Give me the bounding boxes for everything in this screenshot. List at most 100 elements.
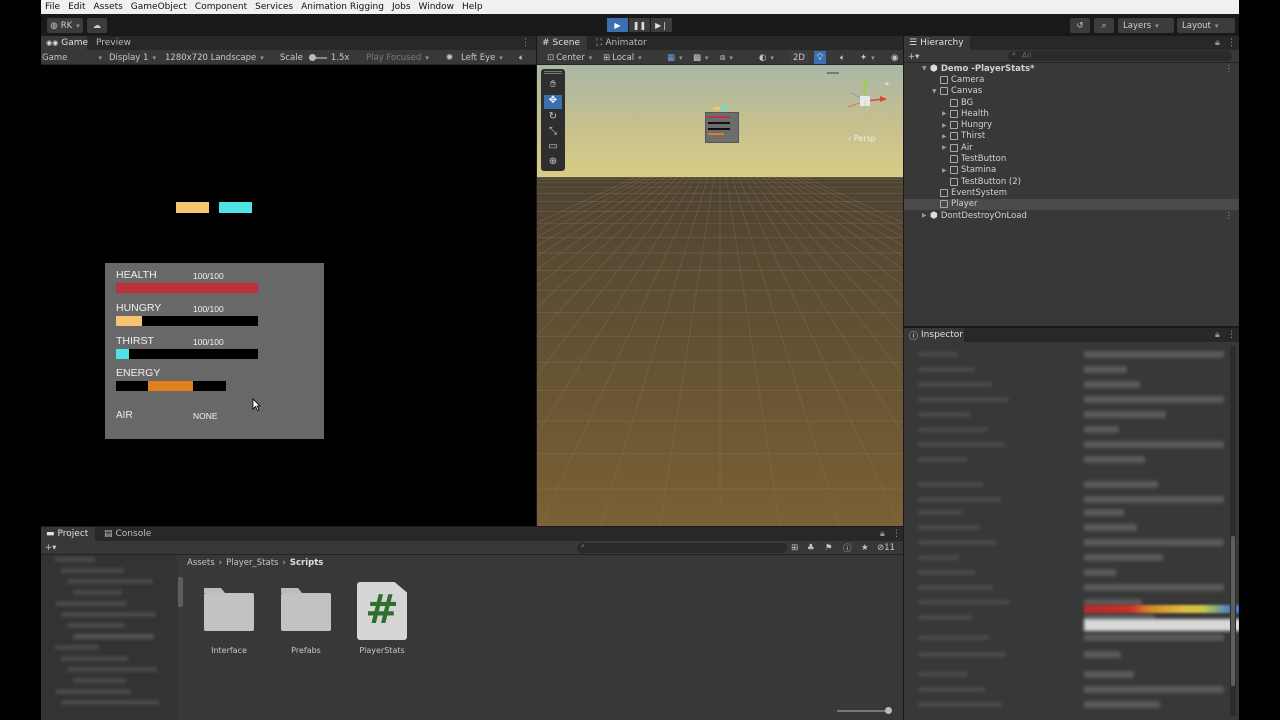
scene-more-icon[interactable]: ⋮ xyxy=(1225,211,1234,221)
collapse-arrow-icon[interactable]: ▶ xyxy=(942,144,950,151)
inspector-field-value[interactable] xyxy=(1084,651,1121,658)
hierarchy-add-button[interactable]: +▾ xyxy=(908,50,919,63)
project-search-input[interactable]: ⌕ xyxy=(577,542,787,553)
project-more-icon[interactable]: ⋮ xyxy=(887,527,903,541)
icon-size-slider[interactable] xyxy=(837,707,892,714)
inspector-field-value[interactable] xyxy=(1084,381,1140,388)
scale-slider[interactable] xyxy=(308,53,327,61)
asset-playerstats[interactable]: # xyxy=(357,582,407,640)
hierarchy-more-icon[interactable]: ⋮ xyxy=(1222,36,1239,50)
hierarchy-item-testbutton-2[interactable]: TestButton (2) xyxy=(904,176,1239,187)
folder-tree-item[interactable] xyxy=(55,557,95,562)
account-dropdown[interactable]: ◍ RK xyxy=(47,18,83,33)
inspector-field-value[interactable] xyxy=(1084,351,1224,358)
inspector-scrollbar[interactable] xyxy=(1230,346,1236,716)
scene-viewport[interactable]: ✋︎ ✥ ↻ ⤡ ▭ ⊕ 🔒︎ ‹ Persp xyxy=(537,65,903,526)
project-add-button[interactable]: +▾ xyxy=(45,541,56,554)
tag-icon[interactable]: ⚑ xyxy=(825,541,833,554)
toggle-2d-button[interactable]: 2D xyxy=(790,51,808,64)
visibility-icon[interactable]: ◉ xyxy=(891,51,898,64)
tab-scene[interactable]: # Scene xyxy=(537,36,587,50)
inspector-field-value[interactable] xyxy=(1084,686,1224,693)
rotate-tool-icon[interactable]: ↻ xyxy=(544,111,562,125)
folder-tree-item[interactable] xyxy=(73,678,126,683)
folder-tree-item[interactable] xyxy=(67,623,125,628)
scale-slider-handle[interactable] xyxy=(308,53,316,61)
breadcrumb-player-stats[interactable]: Player_Stats xyxy=(226,558,278,568)
scene-more-icon[interactable]: ⋮ xyxy=(1225,64,1234,74)
hierarchy-item-dontdestroyonload[interactable]: ▶ ⬢ DontDestroyOnLoad ⋮ xyxy=(904,210,1239,221)
inspector-field-value[interactable] xyxy=(1084,569,1116,576)
expand-arrow-icon[interactable]: ▼ xyxy=(922,65,930,72)
inspector-field-value[interactable] xyxy=(1084,456,1145,463)
tab-hierarchy[interactable]: ☰ Hierarchy xyxy=(904,36,970,50)
inspector-field-value[interactable] xyxy=(1084,584,1224,591)
hierarchy-item-eventsystem[interactable]: EventSystem xyxy=(904,187,1239,198)
search-by-label-icon[interactable]: ♣ xyxy=(807,541,815,554)
grid-visibility-icon[interactable]: ▩ xyxy=(693,51,709,64)
layers-dropdown[interactable]: Layers xyxy=(1118,18,1174,33)
inspector-field-value[interactable] xyxy=(1084,496,1224,503)
folder-tree-item[interactable] xyxy=(55,645,99,650)
hierarchy-search-input[interactable]: All xyxy=(1008,51,1232,61)
scale-control[interactable]: Scale 1.5x xyxy=(280,51,349,64)
tab-project[interactable]: ▬ Project xyxy=(41,527,95,541)
folder-tree-item[interactable] xyxy=(73,634,154,639)
move-tool-icon[interactable]: ✥ xyxy=(544,95,562,109)
hierarchy-item-thirst[interactable]: ▶ Thirst xyxy=(904,131,1239,142)
icon-size-slider-handle[interactable] xyxy=(885,707,892,714)
inspector-field-value[interactable] xyxy=(1084,441,1224,448)
play-focused-dropdown[interactable]: Play Focused xyxy=(366,51,429,64)
menu-file[interactable]: File xyxy=(41,2,64,12)
hand-tool-icon[interactable]: ✋︎ xyxy=(544,79,562,93)
audio-toggle-icon[interactable]: 🔈︎ xyxy=(840,51,845,64)
cloud-icon[interactable]: ☁ xyxy=(87,18,107,33)
menu-jobs[interactable]: Jobs xyxy=(388,2,415,12)
overlay-menu-icon[interactable] xyxy=(827,72,839,74)
hierarchy-item-testbutton[interactable]: TestButton xyxy=(904,153,1239,164)
folder-tree-item[interactable] xyxy=(55,689,131,694)
hierarchy-item-camera[interactable]: Camera xyxy=(904,74,1239,85)
persp-label[interactable]: ‹ Persp xyxy=(848,134,876,143)
folder-tree-item[interactable] xyxy=(67,579,153,584)
menu-gameobject[interactable]: GameObject xyxy=(127,2,191,12)
audio-icon[interactable]: 🔈︎ xyxy=(519,51,524,64)
folder-tree-item[interactable] xyxy=(61,612,156,617)
space-dropdown[interactable]: ⊞ Local xyxy=(603,51,642,64)
inspector-field-value[interactable] xyxy=(1084,701,1160,708)
collapse-arrow-icon[interactable]: ▶ xyxy=(942,133,950,140)
folder-tree-item[interactable] xyxy=(61,700,160,705)
collapse-arrow-icon[interactable]: ▶ xyxy=(922,212,930,219)
inspector-field-value[interactable] xyxy=(1084,524,1137,531)
asset-interface[interactable] xyxy=(203,587,255,636)
transform-tool-icon[interactable]: ⊕ xyxy=(544,156,562,170)
inspector-field-value[interactable] xyxy=(1084,539,1224,546)
inspector-field-value[interactable] xyxy=(1084,426,1119,433)
folder-tree-item[interactable] xyxy=(73,590,122,595)
asset-prefabs[interactable] xyxy=(280,587,332,636)
eye-dropdown[interactable]: Left Eye xyxy=(461,51,503,64)
hierarchy-item-health[interactable]: ▶ Health xyxy=(904,108,1239,119)
inspector-field-value[interactable] xyxy=(1084,671,1134,678)
tab-animator[interactable]: ⛶ Animator xyxy=(591,36,652,50)
pivot-dropdown[interactable]: ⊡ Center xyxy=(547,51,592,64)
tab-inspector[interactable]: ⓘ Inspector xyxy=(904,328,964,342)
tab-game[interactable]: ◉◉ Game xyxy=(41,36,88,50)
collapse-arrow-icon[interactable]: ▶ xyxy=(942,122,950,129)
inspector-scroll-thumb[interactable] xyxy=(1231,536,1235,686)
menu-assets[interactable]: Assets xyxy=(90,2,127,12)
hidden-packages-icon[interactable]: ⊘ 11 xyxy=(877,541,895,554)
inspector-field-value[interactable] xyxy=(1084,634,1224,641)
folder-tree-item[interactable] xyxy=(61,568,124,573)
inspector-field-value[interactable] xyxy=(1084,366,1127,373)
collapse-arrow-icon[interactable]: ▶ xyxy=(942,110,950,117)
pause-icon[interactable]: ❚❚ xyxy=(629,18,650,32)
more-options-icon[interactable]: ⋮ xyxy=(516,36,535,50)
bug-icon[interactable]: ✺ xyxy=(446,51,453,64)
effects-icon[interactable]: ✦ xyxy=(860,51,875,64)
hierarchy-item-demo-playerstats[interactable]: ▼ ⬢ Demo -PlayerStats* ⋮ xyxy=(904,63,1239,74)
breadcrumb-scripts[interactable]: Scripts xyxy=(290,558,323,568)
menu-component[interactable]: Component xyxy=(191,2,251,12)
menu-services[interactable]: Services xyxy=(251,2,297,12)
collapse-arrow-icon[interactable]: ▶ xyxy=(942,167,950,174)
